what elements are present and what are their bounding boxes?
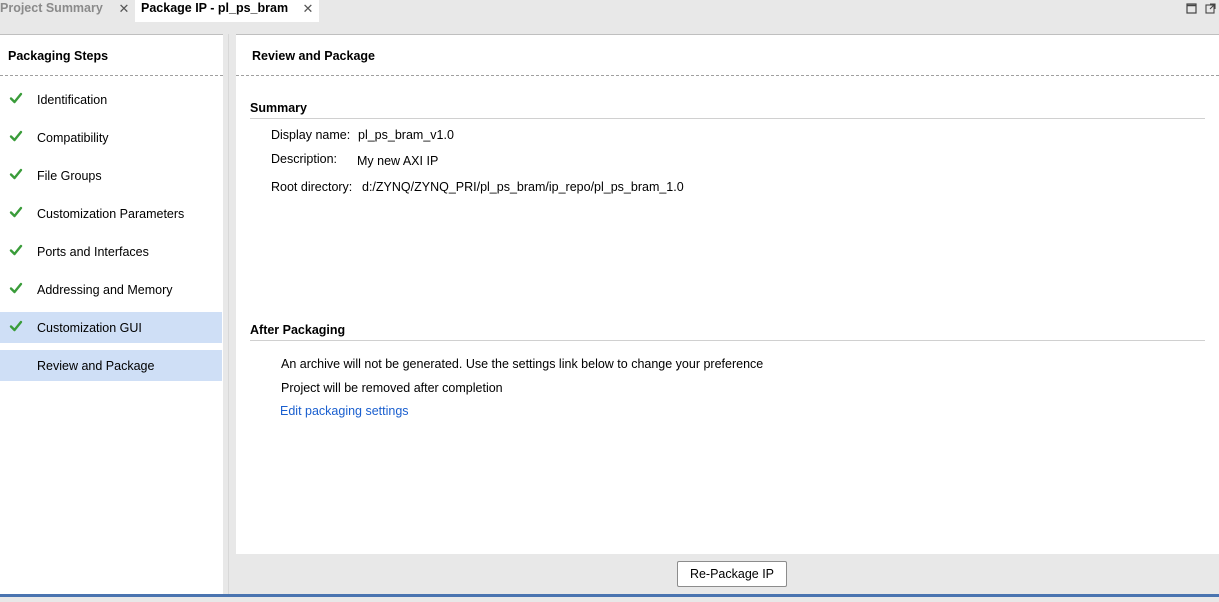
tab-bar: Project Summary ✕ Package IP - pl_ps_bra… xyxy=(0,0,1219,24)
project-removal-text: Project will be removed after completion xyxy=(281,381,503,395)
review-and-package-panel: Review and Package Summary Display name:… xyxy=(236,34,1219,555)
check-icon xyxy=(9,320,23,332)
repackage-ip-button[interactable]: Re-Package IP xyxy=(677,561,787,587)
section-rule xyxy=(250,118,1205,119)
check-icon xyxy=(9,92,23,104)
package-ip-window: Project Summary ✕ Package IP - pl_ps_bra… xyxy=(0,0,1219,602)
section-rule xyxy=(250,340,1205,341)
step-label: Ports and Interfaces xyxy=(37,245,149,259)
check-icon xyxy=(9,168,23,180)
step-item-customization-gui[interactable]: Customization GUI xyxy=(0,312,222,343)
step-item-compatibility[interactable]: Compatibility xyxy=(0,122,222,153)
status-accent-line xyxy=(0,594,1219,597)
root-directory-value: d:/ZYNQ/ZYNQ_PRI/pl_ps_bram/ip_repo/pl_p… xyxy=(362,180,684,194)
step-label: Compatibility xyxy=(37,131,109,145)
splitter[interactable] xyxy=(228,34,229,594)
summary-section-title: Summary xyxy=(250,101,307,115)
close-icon[interactable]: ✕ xyxy=(302,2,314,16)
description-label: Description: xyxy=(271,152,337,166)
step-item-customization-parameters[interactable]: Customization Parameters xyxy=(0,198,222,229)
step-item-addressing-and-memory[interactable]: Addressing and Memory xyxy=(0,274,222,305)
display-name-value: pl_ps_bram_v1.0 xyxy=(358,128,454,142)
close-icon[interactable]: ✕ xyxy=(118,2,130,16)
packaging-steps-header: Packaging Steps xyxy=(8,49,109,63)
step-item-review-and-package[interactable]: Review and Package xyxy=(0,350,222,381)
tab-package-ip[interactable]: Package IP - pl_ps_bram ✕ xyxy=(135,0,319,22)
step-item-file-groups[interactable]: File Groups xyxy=(0,160,222,191)
description-value: My new AXI IP xyxy=(357,154,439,168)
check-icon xyxy=(9,244,23,256)
display-name-label: Display name: xyxy=(271,128,351,142)
check-icon xyxy=(9,282,23,294)
maximize-icon[interactable] xyxy=(1186,3,1197,14)
step-label: Customization Parameters xyxy=(37,207,185,221)
step-item-ports-and-interfaces[interactable]: Ports and Interfaces xyxy=(0,236,222,267)
check-icon xyxy=(9,206,23,218)
action-bar: Re-Package IP xyxy=(236,554,1219,594)
step-label: Customization GUI xyxy=(37,321,142,335)
step-label: Addressing and Memory xyxy=(37,283,173,297)
step-label: Identification xyxy=(37,93,108,107)
root-directory-label: Root directory: xyxy=(271,180,353,194)
tab-project-summary[interactable]: Project Summary ✕ xyxy=(0,0,133,22)
step-label: Review and Package xyxy=(37,359,155,373)
divider xyxy=(236,75,1219,76)
restore-icon[interactable] xyxy=(1205,3,1216,14)
archive-info-text: An archive will not be generated. Use th… xyxy=(281,357,764,371)
tab-label: Project Summary xyxy=(0,1,103,15)
edit-packaging-settings-link[interactable]: Edit packaging settings xyxy=(280,404,409,418)
step-item-identification[interactable]: Identification xyxy=(0,84,222,115)
packaging-steps-panel: Packaging Steps Identification Compatibil… xyxy=(0,34,223,595)
after-packaging-section-title: After Packaging xyxy=(250,323,346,337)
page-title: Review and Package xyxy=(252,49,375,63)
check-icon xyxy=(9,130,23,142)
tab-label: Package IP - pl_ps_bram xyxy=(141,1,289,15)
step-label: File Groups xyxy=(37,169,102,183)
divider xyxy=(0,75,223,76)
